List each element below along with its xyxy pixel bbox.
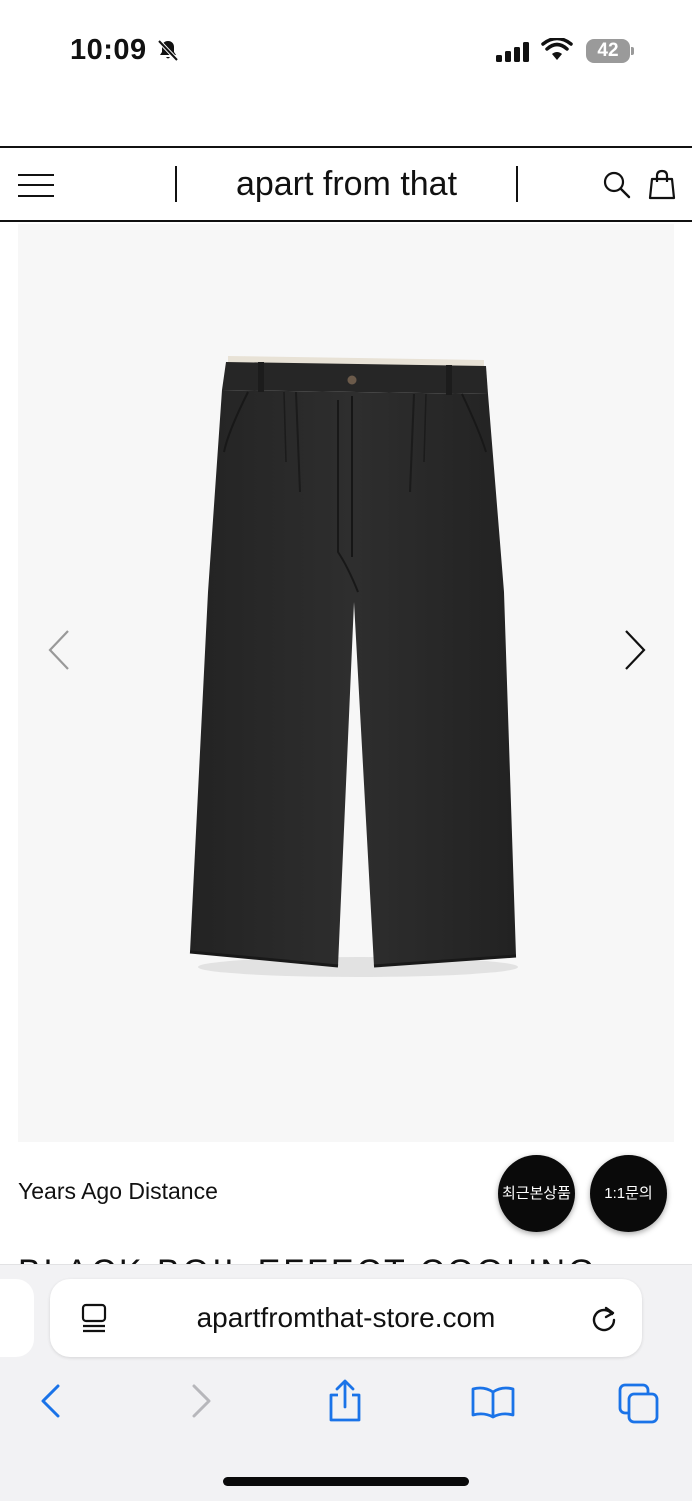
shopping-bag-icon[interactable]: [648, 168, 676, 205]
site-header: apart from that: [0, 146, 692, 222]
product-image-gallery[interactable]: [18, 224, 674, 1142]
inquiry-button[interactable]: 1:1문의: [590, 1155, 667, 1232]
hamburger-menu-icon[interactable]: [18, 172, 54, 198]
battery-tip: [631, 47, 634, 55]
bell-slash-icon: [156, 38, 180, 67]
search-icon[interactable]: [602, 170, 632, 205]
battery-icon: 42: [586, 39, 630, 63]
tabs-icon[interactable]: [618, 1383, 660, 1430]
recently-viewed-button[interactable]: 최근본상품: [498, 1155, 575, 1232]
url-text: apartfromthat-store.com: [196, 1302, 496, 1333]
bookmarks-icon[interactable]: [470, 1385, 516, 1424]
status-time: 10:09: [70, 34, 147, 66]
chevron-left-icon[interactable]: [46, 628, 72, 677]
product-brand-name[interactable]: Years Ago Distance: [18, 1178, 218, 1205]
reload-icon[interactable]: [590, 1304, 618, 1337]
cellular-signal-icon: [496, 42, 532, 67]
brand-name: apart from that: [235, 165, 458, 203]
previous-tab-preview[interactable]: [0, 1279, 34, 1357]
back-icon[interactable]: [38, 1383, 64, 1424]
brand-logo[interactable]: apart from that: [175, 166, 518, 202]
chevron-right-icon[interactable]: [622, 628, 648, 677]
product-image: [189, 356, 518, 977]
forward-icon[interactable]: [188, 1383, 214, 1424]
share-icon[interactable]: [326, 1379, 364, 1428]
address-bar[interactable]: apartfromthat-store.com: [50, 1279, 642, 1357]
status-bar: 10:09 42: [0, 0, 692, 100]
browser-toolbar: apartfromthat-store.com: [0, 1264, 692, 1501]
home-indicator[interactable]: [223, 1477, 469, 1486]
wifi-icon: [541, 36, 573, 67]
battery-level: 42: [597, 40, 619, 61]
